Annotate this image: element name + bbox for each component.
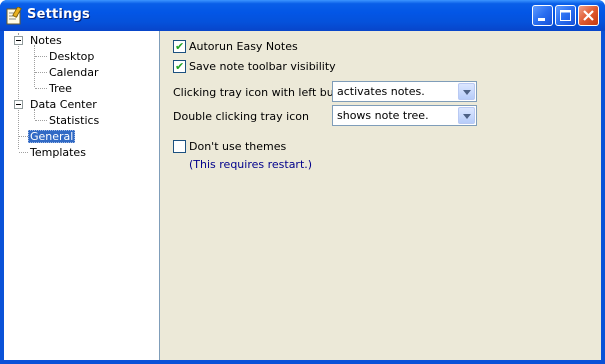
close-button[interactable] bbox=[578, 5, 599, 26]
settings-tree[interactable]: Notes Desktop Calendar Tree Data Center … bbox=[4, 31, 160, 360]
no-themes-checkbox[interactable] bbox=[173, 140, 186, 153]
tree-item-label: Statistics bbox=[49, 114, 100, 127]
settings-window: Settings Notes Desktop Calendar Tree Dat… bbox=[0, 0, 605, 364]
tree-item-notes[interactable]: Notes bbox=[28, 33, 64, 48]
tree-item-label: Data Center bbox=[30, 98, 97, 111]
tree-item-label: General bbox=[28, 130, 76, 143]
chevron-down-icon[interactable] bbox=[458, 83, 475, 100]
tree-item-label: Calendar bbox=[49, 66, 99, 79]
autorun-checkbox[interactable]: ✔ bbox=[173, 40, 186, 53]
tree-item-data-center[interactable]: Data Center bbox=[28, 97, 99, 112]
close-icon bbox=[583, 10, 594, 21]
dialog-client-area: Notes Desktop Calendar Tree Data Center … bbox=[4, 31, 601, 360]
tree-item-general[interactable]: General bbox=[28, 129, 76, 144]
tray-double-click-select[interactable]: shows note tree. bbox=[332, 105, 477, 126]
general-settings-pane: ✔ Autorun Easy Notes ✔ Save note toolbar… bbox=[160, 31, 601, 360]
minimize-icon bbox=[538, 18, 545, 21]
save-toolbar-label[interactable]: Save note toolbar visibility bbox=[189, 60, 336, 73]
tree-connector bbox=[35, 120, 47, 121]
collapse-datacenter-icon[interactable] bbox=[14, 100, 23, 109]
maximize-icon bbox=[560, 10, 571, 21]
tree-item-templates[interactable]: Templates bbox=[28, 145, 88, 160]
tree-connector bbox=[35, 56, 47, 57]
title-bar[interactable]: Settings bbox=[0, 0, 605, 31]
tray-double-click-value: shows note tree. bbox=[337, 109, 429, 122]
checkmark-icon: ✔ bbox=[175, 60, 185, 73]
tree-item-label: Notes bbox=[30, 34, 62, 47]
tree-connector bbox=[35, 72, 47, 73]
tree-connector bbox=[35, 88, 47, 89]
minimize-button[interactable] bbox=[532, 5, 553, 26]
tree-connector bbox=[19, 152, 28, 153]
window-title: Settings bbox=[27, 7, 90, 22]
tree-notes-branch-line bbox=[34, 45, 35, 87]
chevron-down-icon[interactable] bbox=[458, 107, 475, 124]
tray-left-click-select[interactable]: activates notes. bbox=[332, 81, 477, 102]
tree-connector bbox=[19, 136, 28, 137]
collapse-notes-icon[interactable] bbox=[14, 36, 23, 45]
no-themes-label[interactable]: Don't use themes bbox=[189, 140, 286, 153]
tree-item-calendar[interactable]: Calendar bbox=[47, 65, 100, 80]
tray-double-click-label: Double clicking tray icon bbox=[173, 110, 309, 123]
tree-item-statistics[interactable]: Statistics bbox=[47, 113, 101, 128]
tree-item-desktop[interactable]: Desktop bbox=[47, 49, 96, 64]
tree-item-label: Tree bbox=[49, 82, 72, 95]
autorun-label[interactable]: Autorun Easy Notes bbox=[189, 40, 298, 53]
tree-item-tree[interactable]: Tree bbox=[47, 81, 74, 96]
tray-left-click-value: activates notes. bbox=[337, 85, 425, 98]
tree-item-label: Templates bbox=[30, 146, 86, 159]
tree-root-line bbox=[18, 33, 19, 149]
restart-note: (This requires restart.) bbox=[189, 158, 313, 171]
save-toolbar-checkbox[interactable]: ✔ bbox=[173, 60, 186, 73]
app-notes-icon bbox=[6, 7, 22, 25]
maximize-button[interactable] bbox=[555, 5, 576, 26]
tree-item-label: Desktop bbox=[49, 50, 95, 63]
checkmark-icon: ✔ bbox=[175, 40, 185, 53]
tray-left-click-label: Clicking tray icon with left button bbox=[173, 86, 357, 99]
